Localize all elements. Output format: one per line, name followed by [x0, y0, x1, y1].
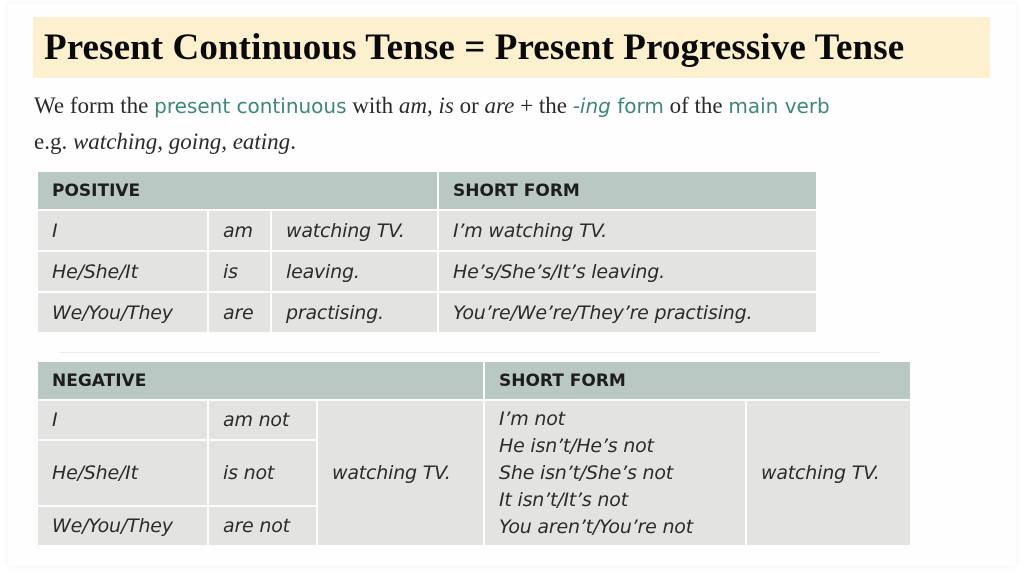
intro-segment: We form the	[34, 93, 155, 118]
table-row: We/You/They are practising. You’re/We’re…	[38, 293, 816, 332]
table-row: He/She/It is leaving. He’s/She’s/It’s le…	[38, 252, 816, 291]
slide-title: Present Continuous Tense = Present Progr…	[44, 27, 905, 68]
intro-text: We form the present continuous with am, …	[34, 88, 1014, 159]
subject-cell: We/You/They	[38, 507, 207, 545]
short-form-line: You aren’t/You’re not	[499, 515, 693, 538]
intro-segment: main verb	[728, 94, 830, 118]
intro-segment: ,	[427, 93, 439, 118]
intro-segment: of the	[663, 93, 729, 118]
verb-cell: am not	[209, 401, 316, 439]
short-rest-cell: watching TV.	[747, 401, 910, 545]
rest-cell: watching TV.	[318, 401, 483, 545]
short-form-line: She isn’t/She’s not	[499, 461, 674, 484]
rest-cell: leaving.	[272, 252, 437, 291]
subject-cell: He/She/It	[38, 441, 207, 505]
subject-cell: We/You/They	[38, 293, 207, 332]
negative-table: NEGATIVE SHORT FORM I am not watching TV…	[36, 360, 912, 547]
negative-header-row: NEGATIVE SHORT FORM	[38, 362, 910, 399]
verb-cell: is	[209, 252, 270, 291]
verb-cell: am	[209, 211, 270, 250]
intro-examples: watching, going, eating	[72, 129, 291, 154]
verb-cell: are	[209, 293, 270, 332]
positive-short-form-header: SHORT FORM	[439, 172, 816, 209]
intro-eg-prefix: e.g.	[34, 129, 73, 154]
short-form-cell: You’re/We’re/They’re practising.	[439, 293, 816, 332]
intro-segment: am	[398, 93, 428, 118]
short-form-cell: He’s/She’s/It’s leaving.	[439, 252, 816, 291]
subject-cell: He/She/It	[38, 252, 207, 291]
negative-short-form-header: SHORT FORM	[485, 362, 910, 399]
table-row: I am watching TV. I’m watching TV.	[38, 211, 816, 250]
positive-header-row: POSITIVE SHORT FORM	[38, 172, 816, 209]
intro-eg-suffix: .	[290, 129, 296, 154]
intro-segment: with	[346, 93, 399, 118]
faded-print-line	[60, 352, 880, 353]
short-form-line: I’m not	[499, 407, 565, 430]
intro-line-2: e.g. watching, going, eating.	[34, 124, 1014, 159]
title-banner: Present Continuous Tense = Present Progr…	[33, 17, 990, 78]
positive-header: POSITIVE	[38, 172, 437, 209]
rest-cell: watching TV.	[272, 211, 437, 250]
subject-cell: I	[38, 401, 207, 439]
verb-cell: are not	[209, 507, 316, 545]
intro-line-1: We form the present continuous with am, …	[34, 88, 1014, 124]
short-form-cell: I’m watching TV.	[439, 211, 816, 250]
positive-table: POSITIVE SHORT FORM I am watching TV. I’…	[36, 170, 818, 334]
short-forms-cell: I’m not He isn’t/He’s not She isn’t/She’…	[485, 401, 745, 545]
subject-cell: I	[38, 211, 207, 250]
intro-segment: present continuous	[154, 94, 347, 118]
rest-cell: practising.	[272, 293, 437, 332]
short-form-line: He isn’t/He’s not	[499, 434, 654, 457]
intro-segment: or	[453, 93, 485, 118]
intro-segment: form	[610, 94, 664, 118]
short-form-line: It isn’t/It’s not	[499, 488, 628, 511]
intro-segment: + the	[514, 93, 573, 118]
verb-cell: is not	[209, 441, 316, 505]
intro-segment: is	[438, 93, 454, 118]
intro-segment: -ing	[572, 94, 611, 118]
intro-segment: are	[484, 93, 515, 118]
table-row: I am not watching TV. I’m not He isn’t/H…	[38, 401, 910, 545]
negative-header: NEGATIVE	[38, 362, 483, 399]
